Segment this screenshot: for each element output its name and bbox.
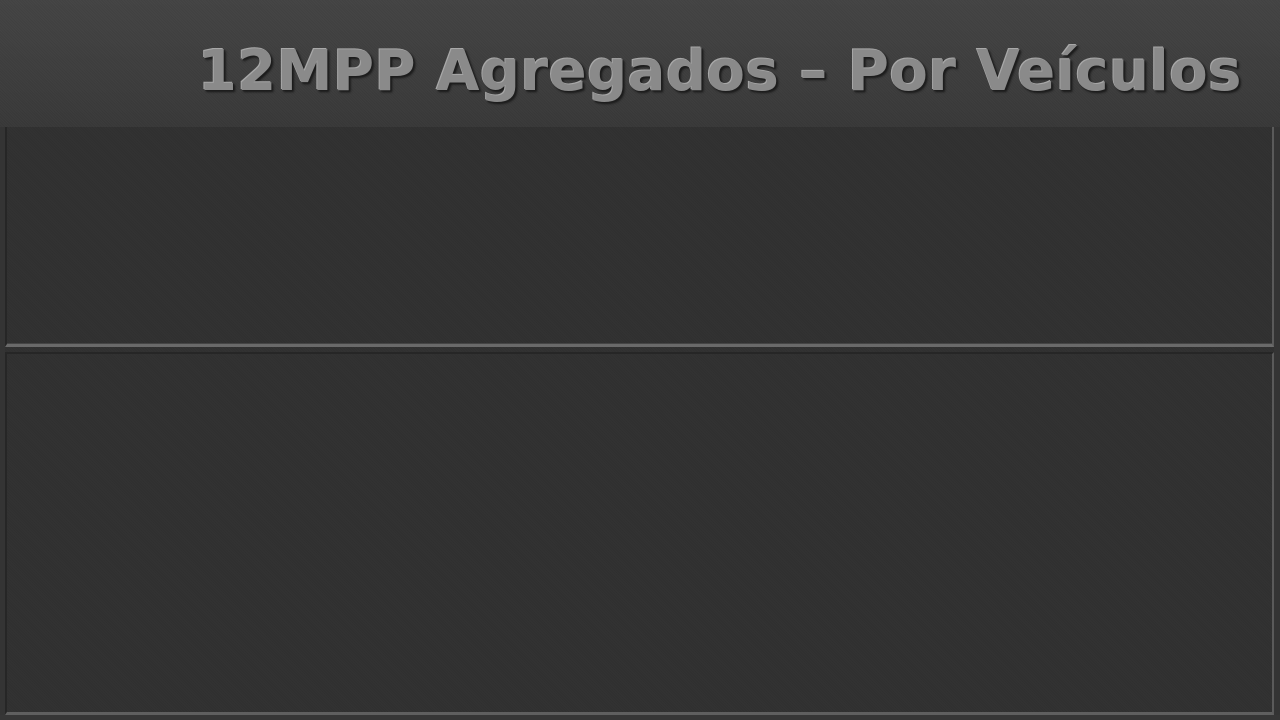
bottom-content-panel — [5, 352, 1274, 715]
right-edge — [1274, 127, 1280, 720]
title-bar: 12MPP Agregados – Por Veículos — [0, 0, 1280, 127]
slide-title: 12MPP Agregados – Por Veículos — [197, 39, 1242, 104]
top-content-panel — [5, 127, 1274, 347]
bottom-edge — [0, 715, 1280, 720]
slide: 12MPP Agregados – Por Veículos — [0, 0, 1280, 720]
